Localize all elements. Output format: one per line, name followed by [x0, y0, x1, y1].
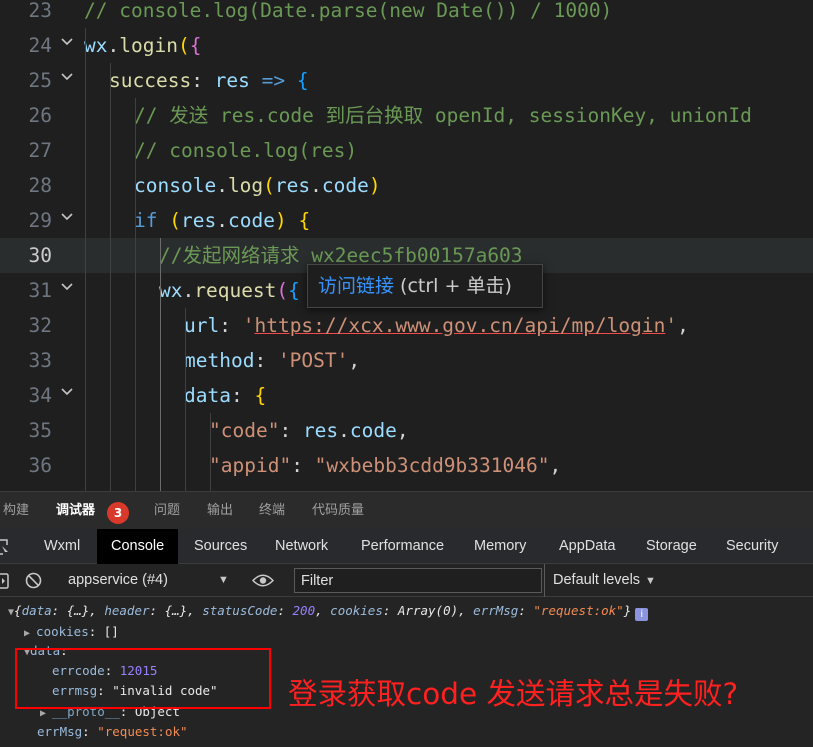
debugger-error-count-badge: 3: [107, 502, 129, 524]
tab-debugger[interactable]: 调试器: [56, 492, 95, 530]
code-text: // console.log(res): [134, 139, 358, 162]
devtools-tab-sources[interactable]: Sources: [194, 529, 247, 564]
error-highlight-box: [15, 648, 271, 709]
line-number: 27: [28, 139, 52, 162]
devtools-tab-performance[interactable]: Performance: [361, 529, 444, 564]
line-number: 23: [28, 0, 52, 22]
fold-chevron-icon[interactable]: [59, 28, 75, 63]
line-number: 35: [28, 419, 52, 442]
expand-triangle-icon[interactable]: ▶: [40, 708, 52, 719]
code-line[interactable]: 26 // 发送 res.code 到后台换取 openId, sessionKe…: [0, 98, 813, 133]
devtools-tab-security[interactable]: Security: [726, 529, 778, 564]
code-line[interactable]: 28 console.log(res.code): [0, 168, 813, 203]
live-expression-eye-icon[interactable]: [251, 573, 275, 592]
code-text: success: res => {: [109, 69, 309, 92]
expand-triangle-icon[interactable]: ▶: [24, 628, 36, 639]
indent-guide: [185, 308, 186, 491]
indent-guide: [85, 28, 86, 491]
line-number: 25: [28, 69, 52, 92]
fold-chevron-icon[interactable]: [59, 203, 75, 238]
line-number: 30: [28, 244, 52, 267]
line-number: 33: [28, 349, 52, 372]
code-line[interactable]: 27 // console.log(res): [0, 133, 813, 168]
info-icon[interactable]: i: [635, 608, 649, 621]
code-line[interactable]: 29 if (res.code) {: [0, 203, 813, 238]
fold-chevron-icon[interactable]: [59, 378, 75, 413]
devtools-tabbar: Wxml Console Sources Network Performance…: [0, 529, 813, 564]
devtools-tab-memory[interactable]: Memory: [474, 529, 526, 564]
code-line[interactable]: 24 wx.login({: [0, 28, 813, 63]
code-line[interactable]: 32 url: 'https://xcx.www.gov.cn/api/mp/lo…: [0, 308, 813, 343]
inspect-element-icon[interactable]: [0, 539, 8, 559]
follow-link-hint: (ctrl + 单击): [394, 275, 512, 297]
line-number: 28: [28, 174, 52, 197]
context-selector[interactable]: appservice (#4): [68, 564, 168, 597]
chevron-down-icon[interactable]: ▼: [218, 564, 229, 597]
devtools-tab-console[interactable]: Console: [97, 529, 179, 564]
code-line[interactable]: 37 "secret": "": [0, 483, 813, 491]
tab-output[interactable]: 输出: [207, 492, 233, 530]
line-number: 26: [28, 104, 52, 127]
log-entry-response[interactable]: ▼{data: {…}, header: {…}, statusCode: 20…: [8, 601, 649, 621]
fold-chevron-icon[interactable]: [59, 273, 75, 308]
line-number: 36: [28, 454, 52, 477]
line-number: 29: [28, 209, 52, 232]
devtools-tab-appdata[interactable]: AppData: [559, 529, 615, 564]
code-text: url: 'https://xcx.www.gov.cn/api/mp/logi…: [184, 314, 689, 337]
question-annotation: 登录获取code 发送请求总是失败?: [288, 677, 739, 711]
line-number: 37: [0, 483, 52, 491]
console-toolbar: appservice (#4) ▼ Default levels ▼: [0, 564, 813, 597]
code-text: wx.login({: [84, 34, 202, 57]
code-line[interactable]: 34 data: {: [0, 378, 813, 413]
indent-guide: [110, 63, 111, 491]
tab-build[interactable]: 构建: [3, 492, 29, 530]
tab-issues[interactable]: 问题: [154, 492, 180, 530]
tab-code-quality[interactable]: 代码质量: [312, 492, 364, 530]
code-editor[interactable]: 23 // console.log(Date.parse(new Date()) …: [0, 0, 813, 491]
line-number: 24: [28, 34, 52, 57]
fold-chevron-icon[interactable]: [59, 63, 75, 98]
code-text: method: 'POST',: [184, 349, 361, 372]
link-hover-tooltip: 访问链接 (ctrl + 单击): [307, 264, 543, 308]
line-number: 31: [28, 279, 52, 302]
code-text: data: {: [184, 384, 267, 407]
code-text: "code": res.code,: [209, 419, 409, 442]
code-text: // console.log(Date.parse(new Date()) / …: [84, 0, 613, 22]
devtools-tab-storage[interactable]: Storage: [646, 529, 697, 564]
code-text: "appid": "wxbebb3cdd9b331046",: [209, 454, 562, 477]
code-line[interactable]: 25 success: res => {: [0, 63, 813, 98]
code-text: if (res.code) {: [134, 209, 311, 232]
code-text: // 发送 res.code 到后台换取 openId, sessionKey,…: [134, 104, 752, 127]
code-line[interactable]: 35 "code": res.code,: [0, 413, 813, 448]
code-line[interactable]: 36 "appid": "wxbebb3cdd9b331046",: [0, 448, 813, 483]
log-levels-label: Default levels: [553, 572, 641, 588]
code-line[interactable]: 33 method: 'POST',: [0, 343, 813, 378]
code-text: console.log(res.code): [134, 174, 381, 197]
code-text: "secret": "": [209, 483, 350, 491]
line-number: 32: [28, 314, 52, 337]
log-levels-dropdown[interactable]: Default levels ▼: [544, 564, 656, 597]
indent-guide: [210, 413, 211, 491]
devtools-tab-network[interactable]: Network: [275, 529, 328, 564]
devtools-tab-wxml[interactable]: Wxml: [44, 529, 80, 564]
indent-guide: [160, 238, 161, 491]
sidebar-toggle-icon[interactable]: [0, 573, 10, 593]
console-filter-input[interactable]: [294, 568, 542, 593]
clear-console-icon[interactable]: [25, 572, 42, 593]
prop-cookies[interactable]: ▶ cookies: []: [24, 622, 119, 642]
chevron-down-icon: ▼: [645, 575, 656, 587]
code-text: wx.request({: [159, 279, 300, 302]
prop-top-errmsg: errMsg: "request:ok": [37, 724, 188, 739]
tab-terminal[interactable]: 终端: [259, 492, 285, 530]
follow-link[interactable]: 访问链接: [318, 275, 394, 297]
code-line[interactable]: 23 // console.log(Date.parse(new Date()) …: [0, 0, 813, 28]
indent-guide: [135, 98, 136, 491]
line-number: 34: [28, 384, 52, 407]
